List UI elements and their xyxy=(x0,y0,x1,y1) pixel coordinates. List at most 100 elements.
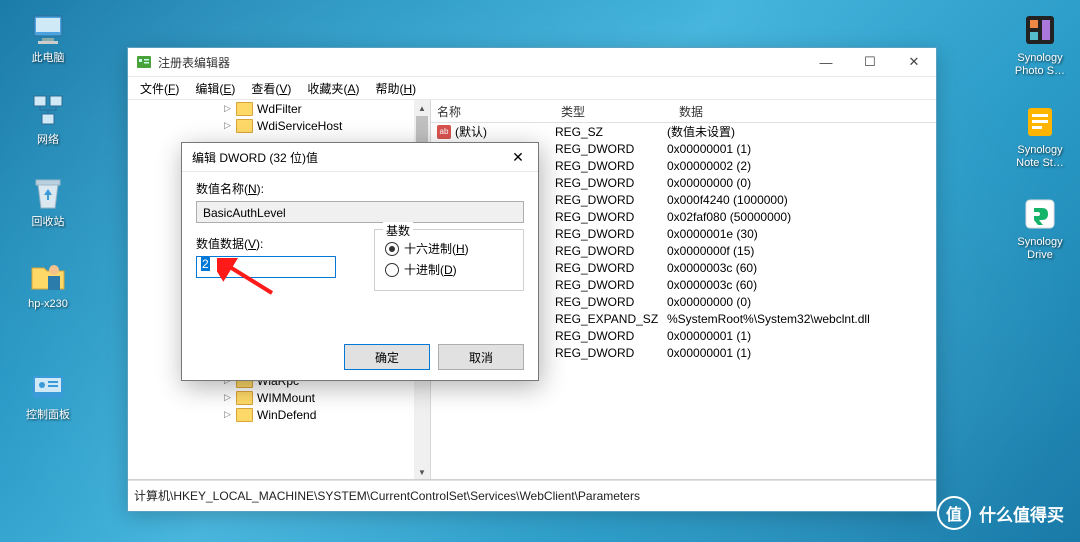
desktop-icon-label: Synology Drive xyxy=(1010,236,1070,262)
desktop-icon-syno-photo[interactable]: Synology Photo S… xyxy=(1010,10,1070,78)
desktop-icon-recycle[interactable]: 回收站 xyxy=(18,174,78,229)
tree-item-label: WdiServiceHost xyxy=(257,119,342,133)
base-group: 基数 十六进制(H) 十进制(D) xyxy=(374,229,524,291)
value-name-label: 数值名称(N): xyxy=(196,180,524,197)
folder-icon xyxy=(236,102,253,116)
radio-off-icon xyxy=(385,263,399,277)
tree-item-label: WdFilter xyxy=(257,102,302,116)
string-value-icon: ab xyxy=(437,125,451,139)
value-data: 0x00000000 (0) xyxy=(661,176,936,190)
radio-hex[interactable]: 十六进制(H) xyxy=(385,240,513,257)
menu-file[interactable]: 文件(F) xyxy=(132,78,187,99)
badge-icon: 值 xyxy=(937,496,971,530)
ok-button[interactable]: 确定 xyxy=(344,344,430,370)
value-data: 0x02faf080 (50000000) xyxy=(661,210,936,224)
value-data: 0x0000001e (30) xyxy=(661,227,936,241)
desktop-icon-syno-note[interactable]: Synology Note St… xyxy=(1010,102,1070,170)
recycle-icon xyxy=(28,174,68,214)
chevron-right-icon: ▷ xyxy=(224,103,234,114)
radio-on-icon xyxy=(385,242,399,256)
tree-item-label: WinDefend xyxy=(257,408,316,422)
menu-fav[interactable]: 收藏夹(A) xyxy=(299,78,367,99)
desktop-icon-label: 网络 xyxy=(18,134,78,147)
col-name[interactable]: 名称 xyxy=(431,103,555,120)
value-data: 0x00000000 (0) xyxy=(661,295,936,309)
menu-view[interactable]: 查看(V) xyxy=(243,78,299,99)
maximize-button[interactable]: ☐ xyxy=(848,48,892,76)
menu-help[interactable]: 帮助(H) xyxy=(367,78,424,99)
pc-icon xyxy=(28,10,68,50)
close-button[interactable]: ✕ xyxy=(892,48,936,76)
dialog-title: 编辑 DWORD (32 位)值 xyxy=(192,149,498,166)
value-type: REG_DWORD xyxy=(549,193,661,207)
watermark-badge: 值 什么值得买 xyxy=(937,496,1064,530)
value-data: 0x0000003c (60) xyxy=(661,261,936,275)
col-type[interactable]: 类型 xyxy=(555,103,673,120)
desktop-icon-label: Synology Note St… xyxy=(1010,144,1070,170)
regedit-icon xyxy=(136,54,152,70)
desktop-icon-control[interactable]: 控制面板 xyxy=(18,367,78,422)
scroll-up-icon[interactable]: ▲ xyxy=(414,100,430,116)
value-type: REG_DWORD xyxy=(549,261,661,275)
scroll-down-icon[interactable]: ▼ xyxy=(414,464,430,480)
list-row[interactable]: ab(默认)REG_SZ(数值未设置) xyxy=(431,123,936,140)
badge-text: 什么值得买 xyxy=(979,501,1064,526)
cancel-button[interactable]: 取消 xyxy=(438,344,524,370)
tree-item[interactable]: ▷ WIMMount xyxy=(128,389,430,406)
desktop-icon-label: hp-x230 xyxy=(18,298,78,311)
network-icon xyxy=(28,92,68,132)
value-type: REG_DWORD xyxy=(549,176,661,190)
value-type: REG_EXPAND_SZ xyxy=(549,312,661,326)
status-bar: 计算机\HKEY_LOCAL_MACHINE\SYSTEM\CurrentCon… xyxy=(128,480,936,509)
folder-icon xyxy=(236,408,253,422)
value-type: REG_DWORD xyxy=(549,346,661,360)
value-data: 0x00000002 (2) xyxy=(661,159,936,173)
value-type: REG_DWORD xyxy=(549,278,661,292)
value-data: 0x000f4240 (1000000) xyxy=(661,193,936,207)
value-data: 0x0000003c (60) xyxy=(661,278,936,292)
value-data: 0x00000001 (1) xyxy=(661,142,936,156)
desktop-icon-label: 回收站 xyxy=(18,216,78,229)
syno-note-icon xyxy=(1020,102,1060,142)
syno-photo-icon xyxy=(1020,10,1060,50)
value-data: (数值未设置) xyxy=(661,123,936,140)
chevron-right-icon: ▷ xyxy=(224,120,234,131)
syno-drive-icon xyxy=(1020,194,1060,234)
base-group-label: 基数 xyxy=(383,222,413,239)
value-name: (默认) xyxy=(455,123,487,140)
radio-dec[interactable]: 十进制(D) xyxy=(385,261,513,278)
desktop-icon-syno-drive[interactable]: Synology Drive xyxy=(1010,194,1070,262)
regedit-menubar: 文件(F) 编辑(E) 查看(V) 收藏夹(A) 帮助(H) xyxy=(128,77,936,100)
tree-item[interactable]: ▷WinDefend xyxy=(128,406,430,423)
folder-icon xyxy=(236,119,253,133)
value-type: REG_DWORD xyxy=(549,210,661,224)
value-type: REG_DWORD xyxy=(549,159,661,173)
tree-item[interactable]: ▷ WdFilter xyxy=(128,100,430,117)
desktop-icon-hpx230[interactable]: hp-x230 xyxy=(18,256,78,311)
value-data-input[interactable]: 2 xyxy=(196,256,336,278)
desktop-icon-label: 此电脑 xyxy=(18,52,78,65)
folder-icon xyxy=(236,391,253,405)
value-data: 0x0000000f (15) xyxy=(661,244,936,258)
dialog-close-button[interactable]: ✕ xyxy=(498,143,538,171)
value-type: REG_DWORD xyxy=(549,295,661,309)
col-data[interactable]: 数据 xyxy=(673,103,936,120)
desktop-icon-network[interactable]: 网络 xyxy=(18,92,78,147)
tree-item-label: WIMMount xyxy=(257,391,315,405)
minimize-button[interactable]: — xyxy=(804,48,848,76)
value-data: %SystemRoot%\System32\webclnt.dll xyxy=(661,312,936,326)
desktop-icon-label: Synology Photo S… xyxy=(1010,52,1070,78)
control-panel-icon xyxy=(28,367,68,407)
tree-item[interactable]: ▷ WdiServiceHost xyxy=(128,117,430,134)
regedit-title: 注册表编辑器 xyxy=(158,54,804,71)
value-data: 0x00000001 (1) xyxy=(661,346,936,360)
desktop: 此电脑 网络 回收站 hp-x230 控制面板 Synology Photo S… xyxy=(0,0,1080,542)
chevron-right-icon: ▷ xyxy=(224,392,234,403)
regedit-titlebar[interactable]: 注册表编辑器 — ☐ ✕ xyxy=(128,48,936,77)
folder-icon xyxy=(28,256,68,296)
edit-dword-dialog: 编辑 DWORD (32 位)值 ✕ 数值名称(N): BasicAuthLev… xyxy=(181,142,539,381)
desktop-icon-pc[interactable]: 此电脑 xyxy=(18,10,78,65)
dialog-titlebar[interactable]: 编辑 DWORD (32 位)值 ✕ xyxy=(182,143,538,172)
menu-edit[interactable]: 编辑(E) xyxy=(187,78,243,99)
desktop-icon-label: 控制面板 xyxy=(18,409,78,422)
